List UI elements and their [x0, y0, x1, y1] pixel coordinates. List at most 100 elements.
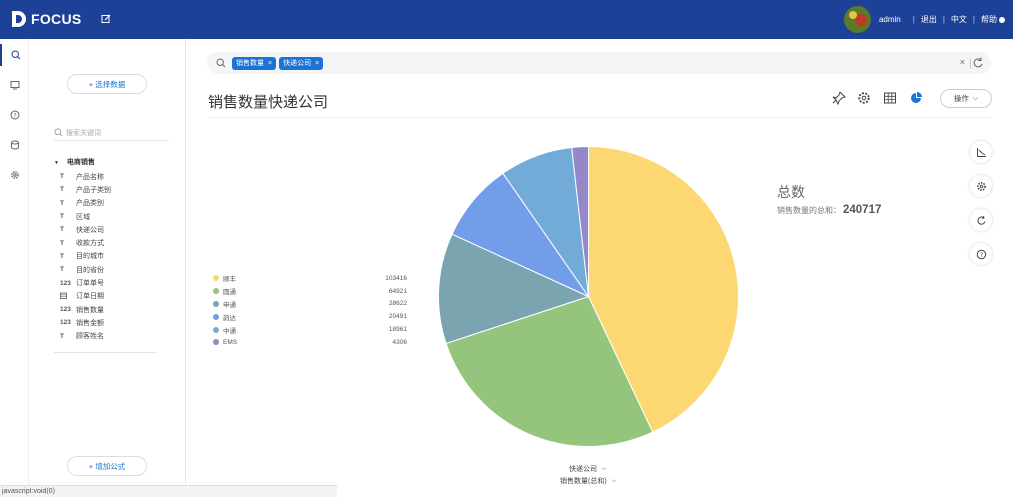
- axis-settings-button[interactable]: [970, 141, 992, 163]
- username[interactable]: admin: [879, 15, 901, 24]
- rail-settings[interactable]: [0, 164, 29, 186]
- user-menu: admin | 退出 | 中文 | 帮助: [843, 0, 1005, 39]
- refresh-icon[interactable]: [970, 55, 986, 71]
- operations-label: 操作: [953, 94, 969, 103]
- table-icon: [884, 92, 896, 104]
- avatar[interactable]: [843, 6, 871, 33]
- operations-button[interactable]: 操作 ⌵: [940, 89, 992, 108]
- field-name: 目的城市: [76, 253, 104, 261]
- separator: |: [972, 15, 975, 24]
- number-type-icon: 123: [60, 306, 71, 314]
- chip-close-icon[interactable]: ×: [315, 60, 319, 67]
- field-item[interactable]: 123 销售金额: [60, 316, 111, 329]
- status-bar: javascript:void(0): [0, 485, 337, 497]
- field-item[interactable]: T 目的省份: [60, 263, 111, 276]
- legend-item[interactable]: 圆通 64921: [213, 285, 407, 298]
- pin-button[interactable]: [831, 90, 847, 106]
- field-item[interactable]: T 收款方式: [60, 236, 111, 249]
- field-item[interactable]: T 区域: [60, 210, 111, 223]
- help-icon[interactable]: [999, 16, 1005, 23]
- pin-icon: [832, 91, 846, 105]
- chevron-down-icon: ⌵: [611, 477, 617, 484]
- legend-item[interactable]: 中通 18961: [213, 323, 407, 336]
- x-axis-label: 快递公司: [569, 466, 597, 473]
- field-item[interactable]: T 产品名称: [60, 170, 111, 183]
- legend-swatch: [213, 313, 219, 320]
- y-axis-selector[interactable]: 销售数量(总和) ⌵: [560, 476, 616, 486]
- legend-item[interactable]: 申通 28622: [213, 298, 407, 311]
- stat-value: 240717: [843, 204, 882, 216]
- chart-view-button[interactable]: [908, 90, 924, 106]
- legend-label: EMS: [223, 338, 238, 346]
- chevron-down-icon: ⌵: [972, 94, 979, 102]
- calendar-icon: [60, 292, 76, 301]
- table-view-button[interactable]: [882, 90, 898, 106]
- legend-label: 中通: [223, 327, 236, 335]
- chart-help-button[interactable]: ?: [970, 243, 992, 265]
- logout-link[interactable]: 退出: [921, 14, 937, 25]
- field-item[interactable]: T 产品类别: [60, 197, 111, 210]
- gear-icon: [10, 171, 19, 179]
- logo[interactable]: FOCUS: [10, 10, 82, 28]
- pie-chart: [438, 145, 739, 447]
- icon-rail: ?: [0, 39, 29, 497]
- main-area: 销售数量 × 快递公司 × × 销售数量快递公司 操作 ⌵ ? 顺丰 10341…: [186, 39, 1013, 497]
- query-chip[interactable]: 销售数量 ×: [232, 56, 277, 70]
- select-data-button[interactable]: + 选择数据: [67, 74, 147, 94]
- legend-item[interactable]: EMS 4306: [213, 336, 407, 349]
- query-chip[interactable]: 快递公司 ×: [279, 56, 324, 70]
- field-item[interactable]: 123 订单单号: [60, 276, 111, 289]
- rail-data[interactable]: [0, 134, 29, 156]
- field-name: 产品类别: [76, 200, 104, 208]
- field-name: 销售金额: [76, 319, 104, 327]
- legend-swatch: [213, 326, 219, 333]
- field-search[interactable]: 搜索关键词: [54, 125, 169, 141]
- text-type-icon: T: [60, 186, 64, 194]
- question-icon: ?: [10, 110, 19, 120]
- rail-board[interactable]: [0, 74, 29, 96]
- field-item[interactable]: 123 销售数量: [60, 303, 111, 316]
- field-item[interactable]: T 产品子类别: [60, 183, 111, 196]
- page-title: 销售数量快递公司: [208, 94, 329, 111]
- caret-down-icon: ▼: [54, 160, 59, 166]
- legend-swatch: [213, 339, 219, 346]
- refresh-chart-button[interactable]: [970, 209, 992, 231]
- search-icon: [10, 50, 20, 60]
- chart-legend: 顺丰 103416 圆通 64921 申通 28622 韵达 20491 中通 18961 EMS 4…: [213, 272, 407, 349]
- text-type-icon: T: [60, 332, 64, 340]
- legend-label: 韵达: [223, 314, 236, 322]
- question-icon: ?: [976, 249, 986, 259]
- legend-value: 103416: [385, 274, 407, 282]
- add-formula-button[interactable]: + 增加公式: [67, 456, 147, 476]
- field-name: 订单日期: [76, 293, 104, 301]
- language-link[interactable]: 中文: [951, 14, 967, 25]
- edit-icon[interactable]: [101, 14, 111, 24]
- legend-item[interactable]: 韵达 20491: [213, 310, 407, 323]
- rail-search[interactable]: [0, 44, 29, 66]
- separator: |: [912, 15, 915, 24]
- x-axis-selector[interactable]: 快递公司 ⌵: [569, 464, 607, 474]
- number-type-icon: 123: [60, 319, 71, 327]
- separator: |: [942, 15, 945, 24]
- field-item[interactable]: T 快递公司: [60, 223, 111, 236]
- tree-title[interactable]: ▼ 电商销售: [54, 157, 95, 167]
- legend-value: 28622: [388, 300, 407, 308]
- chip-close-icon[interactable]: ×: [268, 60, 272, 67]
- field-item[interactable]: T 顾客姓名: [60, 330, 111, 343]
- legend-label: 顺丰: [223, 276, 236, 284]
- settings-button[interactable]: [856, 90, 872, 106]
- field-item[interactable]: T 目的城市: [60, 250, 111, 263]
- query-bar[interactable]: 销售数量 × 快递公司 × ×: [207, 52, 991, 74]
- rail-help[interactable]: ?: [0, 104, 29, 126]
- help-link[interactable]: 帮助: [981, 14, 997, 25]
- field-item[interactable]: 订单日期: [60, 290, 111, 303]
- axis-icon: [976, 147, 986, 157]
- search-placeholder: 搜索关键词: [66, 129, 101, 137]
- field-name: 快递公司: [76, 226, 104, 234]
- chart-settings-button[interactable]: [970, 175, 992, 197]
- clear-query-icon[interactable]: ×: [960, 57, 965, 67]
- search-icon: [54, 128, 63, 137]
- legend-item[interactable]: 顺丰 103416: [213, 272, 407, 285]
- text-type-icon: T: [60, 213, 64, 221]
- text-type-icon: T: [60, 239, 64, 247]
